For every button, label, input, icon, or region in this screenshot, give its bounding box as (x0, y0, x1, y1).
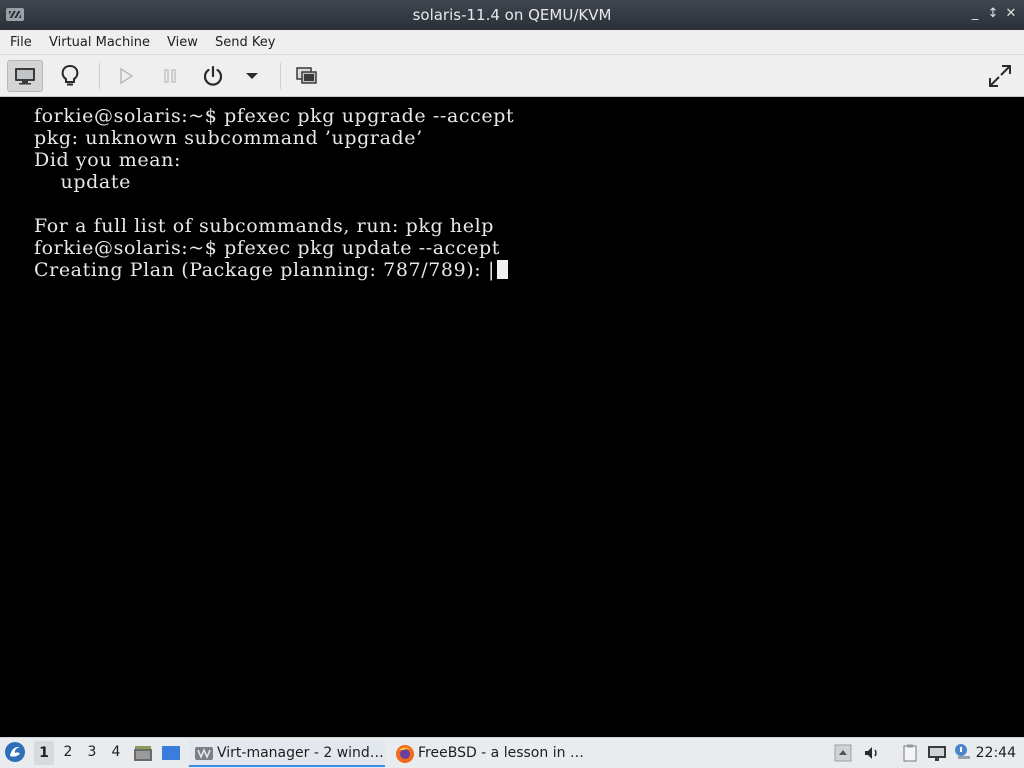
shutdown-button[interactable] (195, 60, 231, 92)
menu-send-key[interactable]: Send Key (215, 35, 275, 50)
run-button[interactable] (108, 60, 144, 92)
snapshots-icon (296, 67, 317, 84)
workspace-2[interactable]: 2 (58, 744, 78, 760)
updates-tray[interactable] (952, 742, 972, 762)
firefox-icon (396, 745, 414, 763)
run-icon (120, 68, 133, 84)
network-icon (928, 746, 946, 761)
start-menu-button[interactable] (4, 741, 28, 765)
dropdown-arrow-icon (246, 73, 258, 79)
workspace-3[interactable]: 3 (82, 744, 102, 760)
close-button[interactable]: ✕ (1004, 6, 1018, 22)
taskbar: 1 2 3 4 Virt-manager - 2 wind… FreeBSD -… (0, 737, 1024, 768)
console-line: forkie@solaris:~$ pfexec pkg upgrade --a… (34, 105, 515, 127)
clipboard-icon (903, 744, 917, 762)
window-titlebar: solaris-11.4 on QEMU/KVM _ ↕ ✕ (0, 0, 1024, 30)
file-manager-icon (134, 746, 152, 761)
menu-file[interactable]: File (10, 35, 32, 50)
menu-bar: File Virtual Machine View Send Key (0, 30, 1024, 55)
task-label: Virt-manager - 2 wind… (217, 745, 384, 761)
shutdown-menu-button[interactable] (234, 60, 270, 92)
console-last-line: Creating Plan (Package planning: 787/789… (34, 259, 508, 281)
pause-icon (164, 69, 176, 83)
console-icon (15, 68, 35, 85)
virt-manager-icon (195, 747, 213, 760)
file-manager-launcher[interactable] (133, 743, 155, 763)
console-line: forkie@solaris:~$ pfexec pkg update --ac… (34, 237, 500, 259)
vm-console[interactable]: forkie@solaris:~$ pfexec pkg upgrade --a… (0, 97, 1024, 737)
maximize-button[interactable]: ↕ (986, 6, 1000, 22)
toolbar-separator (99, 63, 100, 89)
workspace-1[interactable]: 1 (34, 741, 54, 765)
desktop-icon (162, 746, 180, 760)
lxqt-logo-icon (5, 742, 25, 762)
show-console-button[interactable] (7, 60, 43, 92)
workspace-4[interactable]: 4 (106, 744, 126, 760)
tray-arrow-icon (834, 744, 852, 762)
menu-virtual-machine[interactable]: Virtual Machine (49, 35, 150, 50)
console-line: pkg: unknown subcommand ’upgrade’ (34, 127, 423, 149)
console-line: For a full list of subcommands, run: pkg… (34, 215, 495, 237)
show-desktop-button[interactable] (161, 743, 183, 763)
update-notifier-icon (955, 744, 970, 759)
menu-view[interactable]: View (167, 35, 198, 50)
text-cursor (496, 260, 508, 279)
network-tray[interactable] (926, 743, 948, 763)
task-label: FreeBSD - a lesson in … (418, 745, 584, 761)
task-virt-manager[interactable]: Virt-manager - 2 wind… (189, 740, 385, 767)
console-line: Creating Plan (Package planning: 787/789… (34, 259, 495, 281)
details-bulb-icon (61, 65, 79, 86)
window-title: solaris-11.4 on QEMU/KVM (412, 6, 612, 24)
console-line: update (34, 171, 131, 193)
power-icon (203, 65, 223, 86)
snapshots-button[interactable] (289, 60, 325, 92)
task-firefox[interactable]: FreeBSD - a lesson in … (390, 740, 586, 767)
volume-icon (865, 747, 877, 759)
toolbar (0, 55, 1024, 97)
clipboard-tray[interactable] (900, 743, 920, 763)
volume-control[interactable] (862, 743, 882, 763)
console-line: Did you mean: (34, 149, 181, 171)
toolbar-separator (280, 63, 281, 89)
tray-show-hidden[interactable] (834, 743, 852, 763)
fullscreen-button[interactable] (982, 60, 1018, 92)
fullscreen-icon (989, 65, 1011, 87)
clock[interactable]: 22:44 (976, 745, 1016, 761)
show-details-button[interactable] (52, 60, 88, 92)
pause-button[interactable] (152, 60, 188, 92)
minimize-button[interactable]: _ (968, 6, 982, 22)
